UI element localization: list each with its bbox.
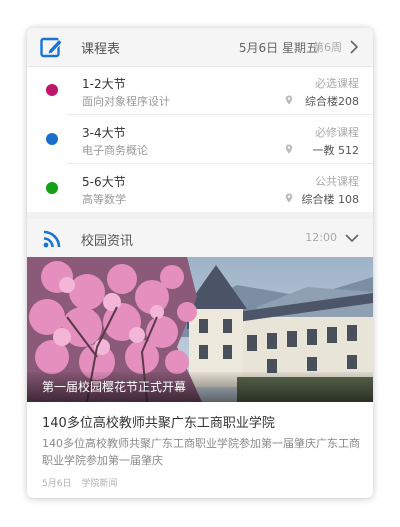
rss-icon: [43, 230, 61, 248]
location-pin-icon: [285, 95, 293, 105]
article-meta: 5月6日 学院新闻: [42, 476, 117, 489]
class-section: 5-6大节: [82, 175, 126, 189]
article-title[interactable]: 140多位高校教师共聚广东工商职业学院: [42, 412, 275, 431]
news-title: 校园资讯: [81, 234, 134, 249]
class-room: 综合楼208: [305, 95, 359, 108]
class-type: 公共课程: [315, 175, 359, 188]
class-color-dot: [46, 84, 58, 96]
article-summary: 140多位高校教师共聚广东工商职业学院参加第一届肇庆广东工商职业学院参加第一届肇…: [42, 437, 360, 467]
class-course: 面向对象程序设计: [82, 95, 170, 108]
location-pin-icon: [285, 193, 293, 203]
class-section: 3-4大节: [82, 126, 126, 140]
class-room: 一教 512: [312, 144, 360, 157]
class-type: 必选课程: [315, 77, 359, 90]
news-header[interactable]: 校园资讯 12:00: [27, 219, 373, 257]
photo-caption: 第一届校园樱花节正式开幕: [42, 380, 187, 394]
schedule-date: 5月6日 星期五: [238, 41, 318, 55]
class-course: 电子商务概论: [82, 144, 148, 157]
schedule-title: 课程表: [81, 42, 121, 57]
dashboard-card: 课程表 5月6日 星期五 第6周 1-2大节 面向对象程序设计 必选课程 综合楼…: [27, 28, 373, 498]
chevron-right-icon[interactable]: [349, 40, 359, 54]
class-type: 必修课程: [315, 126, 359, 139]
news-photo[interactable]: 第一届校园樱花节正式开幕: [27, 257, 373, 402]
location-pin-icon: [285, 144, 293, 154]
class-row[interactable]: 3-4大节 电子商务概论 必修课程 一教 512: [27, 115, 373, 163]
article-source: 学院新闻: [81, 479, 118, 489]
edit-note-icon: [40, 37, 63, 58]
news-time: 12:00: [305, 231, 337, 244]
class-color-dot: [46, 133, 58, 145]
class-row[interactable]: 1-2大节 面向对象程序设计 必选课程 综合楼208: [27, 66, 373, 114]
class-row[interactable]: 5-6大节 高等数学 公共课程 综合楼 108: [27, 164, 373, 212]
schedule-header[interactable]: 课程表 5月6日 星期五 第6周: [27, 28, 373, 67]
schedule-week: 第6周: [313, 41, 342, 54]
class-course: 高等数学: [82, 193, 126, 206]
article-date: 5月6日: [42, 479, 72, 489]
chevron-down-icon[interactable]: [345, 233, 359, 243]
class-room: 综合楼 108: [301, 193, 360, 206]
class-color-dot: [46, 182, 58, 194]
class-section: 1-2大节: [82, 77, 126, 91]
